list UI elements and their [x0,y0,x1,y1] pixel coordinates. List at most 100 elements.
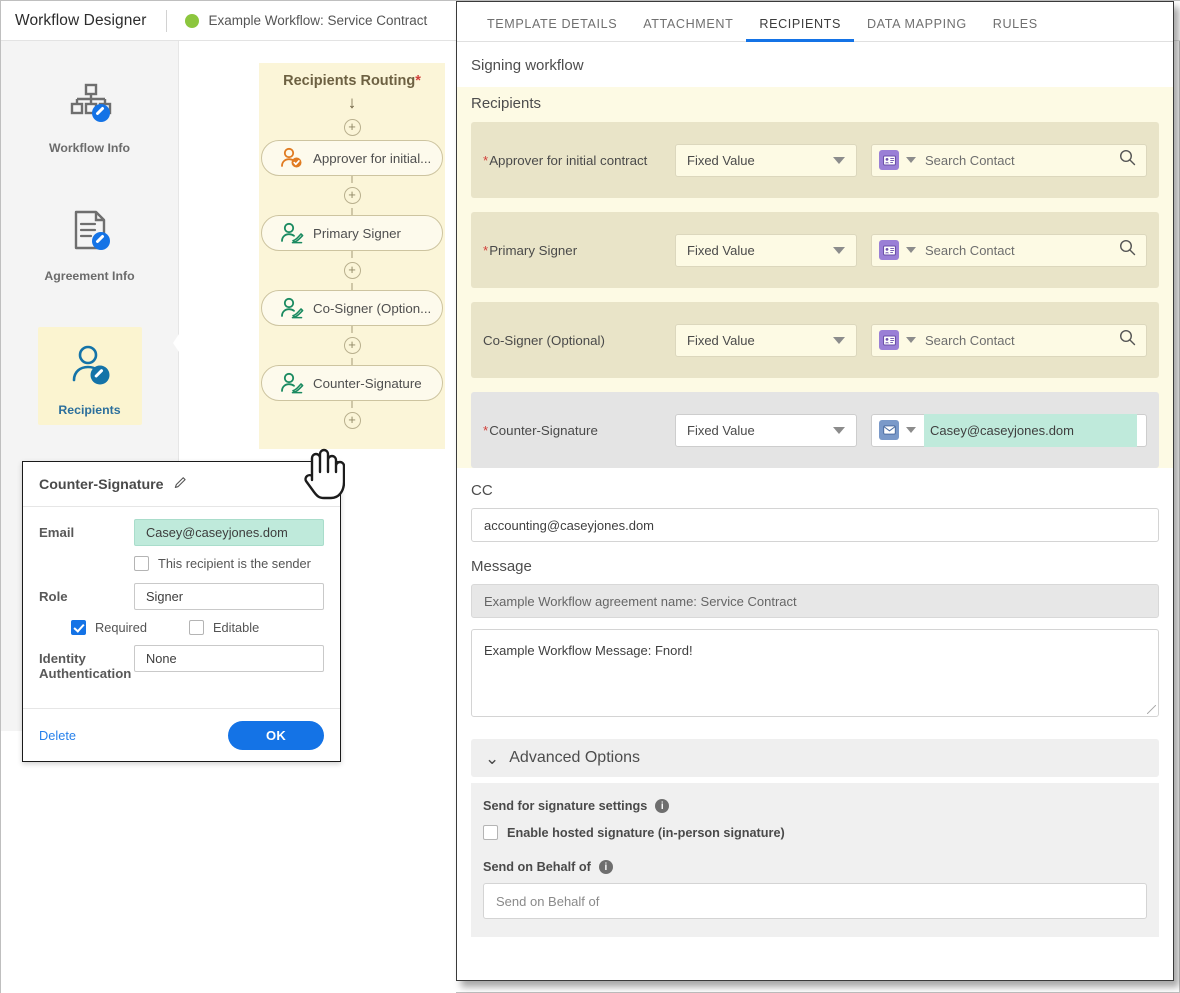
editable-checkbox-group[interactable]: Editable [189,620,259,635]
add-node-button[interactable]: + [343,262,361,279]
advanced-options-title: Advanced Options [509,749,640,766]
add-node-button[interactable]: + [343,119,361,136]
envelope-icon[interactable] [879,420,899,440]
value-source-select[interactable]: Fixed Value [675,413,857,447]
contact-email-input[interactable]: Casey@caseyjones.dom [924,413,1137,447]
flow-connector [351,251,353,258]
message-label: Message [471,558,532,575]
info-icon[interactable]: i [598,860,613,874]
sidebar-item-recipients[interactable]: Recipients [1,309,178,425]
email-field[interactable]: Casey@caseyjones.dom [134,519,324,546]
chevron-down-icon[interactable] [906,247,916,253]
chevron-down-icon [833,426,845,434]
app-title: Workflow Designer [15,11,147,29]
add-node-button[interactable]: + [343,337,361,354]
flow-node-label: Primary Signer [313,225,401,241]
value-source-select[interactable]: Fixed Value [675,323,857,357]
contact-search-input[interactable]: Search Contact [925,333,1119,348]
contact-input-group[interactable]: Casey@caseyjones.dom [871,413,1147,447]
value-source-select[interactable]: Fixed Value [675,233,857,267]
add-node-button[interactable]: + [343,412,361,429]
chevron-down-icon [833,336,845,344]
tab-template-details[interactable]: TEMPLATE DETAILS [474,17,630,41]
template-detail-panel: TEMPLATE DETAILS ATTACHMENT RECIPIENTS D… [456,1,1174,981]
contact-input-group[interactable]: Search Contact [871,143,1147,177]
flow-connector [351,358,353,365]
recipient-name: *Counter-Signature [483,422,598,438]
identity-auth-field[interactable]: None [134,645,324,672]
info-icon[interactable]: i [655,799,670,813]
flow-node-approver[interactable]: Approver for initial... [261,140,443,176]
table-row: *Primary Signer Fixed Value Search Conta… [471,212,1159,288]
add-node-button[interactable]: + [343,187,361,204]
search-icon[interactable] [1119,149,1136,171]
canvas-area: Workflow Info Agreement Info Recipients … [1,41,456,993]
value-source-label: Fixed Value [687,332,755,348]
hosted-signature-row[interactable]: Enable hosted signature (in-person signa… [483,825,1147,840]
cc-input[interactable]: accounting@caseyjones.dom [471,508,1159,542]
contact-card-icon[interactable] [879,330,899,350]
advanced-options-toggle[interactable]: ⌄ Advanced Options [471,739,1159,777]
popup-body: Email Casey@caseyjones.dom This recipien… [23,507,340,681]
message-section: Message Example Workflow agreement name:… [457,558,1173,717]
contact-search-input[interactable]: Search Contact [925,243,1119,258]
table-row: Co-Signer (Optional) Fixed Value Search … [471,302,1159,378]
editable-checkbox[interactable] [189,620,204,635]
signer-icon [280,297,304,319]
identity-auth-label: Identity Authentication [39,651,132,681]
required-marker: * [483,152,489,168]
sidebar-item-workflow-info[interactable]: Workflow Info [1,55,178,155]
person-edit-icon [68,342,112,391]
recipient-name: *Primary Signer [483,242,578,258]
popup-title: Counter-Signature [39,477,164,493]
workflow-name: Example Workflow: Service Contract [208,13,428,28]
workflow-designer-window: Workflow Designer Example Workflow: Serv… [0,0,1180,993]
flow-node-counter-signature[interactable]: Counter-Signature [261,365,443,401]
delete-link[interactable]: Delete [39,728,76,743]
role-label: Role [39,589,68,604]
flow-node-label: Co-Signer (Option... [313,300,432,316]
contact-input-group[interactable]: Search Contact [871,323,1147,357]
flow-node-primary-signer[interactable]: Primary Signer [261,215,443,251]
hosted-signature-checkbox[interactable] [483,825,498,840]
required-checkbox[interactable] [71,620,86,635]
tab-data-mapping[interactable]: DATA MAPPING [854,17,980,41]
value-source-label: Fixed Value [687,422,755,438]
sender-checkbox[interactable] [134,556,149,571]
chevron-down-icon[interactable] [906,337,916,343]
sender-checkbox-row[interactable]: This recipient is the sender [134,556,324,571]
flow-node-co-signer[interactable]: Co-Signer (Option... [261,290,443,326]
recipient-name: Co-Signer (Optional) [483,332,605,348]
required-label: Required [95,620,147,635]
flow-connector [351,401,353,408]
tab-rules[interactable]: RULES [980,17,1051,41]
search-icon[interactable] [1119,239,1136,261]
tab-attachment[interactable]: ATTACHMENT [630,17,746,41]
sidebar-item-agreement-info[interactable]: Agreement Info [1,183,178,283]
required-marker: * [415,73,421,89]
flow-node-label: Approver for initial... [313,150,432,166]
role-row: Role Signer [39,583,324,610]
contact-card-icon[interactable] [879,150,899,170]
tab-recipients[interactable]: RECIPIENTS [746,17,854,42]
message-body-textarea[interactable]: Example Workflow Message: Fnord! [471,629,1159,717]
send-on-behalf-input[interactable]: Send on Behalf of [483,883,1147,919]
pencil-icon[interactable] [173,475,188,495]
signing-workflow-heading: Signing workflow [471,57,584,74]
required-checkbox-group[interactable]: Required [71,620,189,635]
advanced-options-body: Send for signature settings i Enable hos… [471,783,1159,937]
search-icon[interactable] [1119,329,1136,351]
role-flags-row: Required Editable [71,620,324,635]
ok-button[interactable]: OK [228,720,324,750]
value-source-select[interactable]: Fixed Value [675,143,857,177]
contact-card-icon[interactable] [879,240,899,260]
sidebar-item-label: Agreement Info [44,269,135,283]
contact-search-input[interactable]: Search Contact [925,153,1119,168]
chevron-down-icon[interactable] [906,157,916,163]
document-edit-icon [68,208,112,257]
role-field[interactable]: Signer [134,583,324,610]
recipients-heading: Recipients [471,95,542,112]
contact-input-group[interactable]: Search Contact [871,233,1147,267]
panel-tab-bar: TEMPLATE DETAILS ATTACHMENT RECIPIENTS D… [457,2,1173,42]
chevron-down-icon[interactable] [906,427,916,433]
